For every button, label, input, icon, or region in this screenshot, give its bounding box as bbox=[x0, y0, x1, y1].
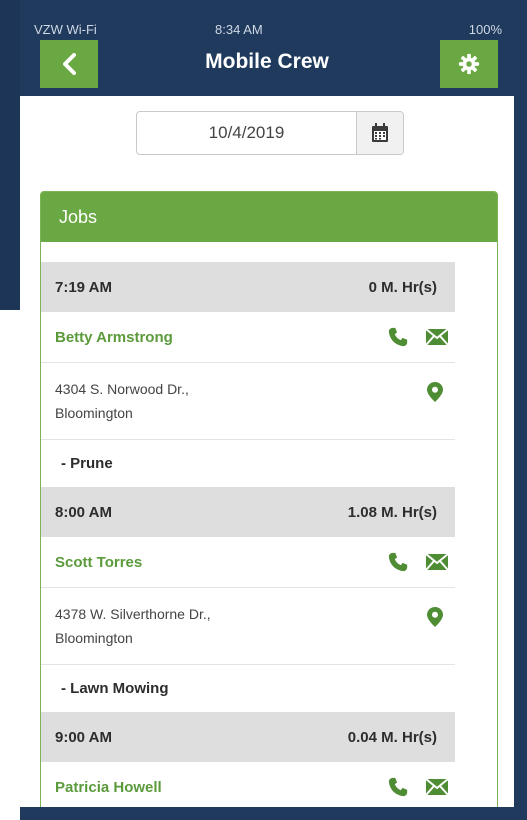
job-address: 4304 S. Norwood Dr., Bloomington bbox=[55, 363, 189, 439]
contact-actions bbox=[387, 551, 449, 573]
job-hours: 0 M. Hr(s) bbox=[368, 278, 437, 296]
email-icon[interactable] bbox=[425, 327, 449, 347]
date-picker[interactable]: 10/4/2019 bbox=[136, 111, 404, 155]
job-customer-row: Scott Torres bbox=[41, 537, 455, 588]
job-time: 7:19 AM bbox=[55, 278, 112, 296]
gear-icon bbox=[458, 53, 480, 75]
job-header[interactable]: 7:19 AM 0 M. Hr(s) bbox=[41, 262, 455, 312]
jobs-list: 7:19 AM 0 M. Hr(s) Betty Armstrong 4304 … bbox=[41, 262, 455, 807]
map-pin-icon bbox=[427, 607, 443, 627]
contact-actions bbox=[387, 326, 449, 348]
calendar-icon bbox=[372, 123, 388, 142]
phone-icon[interactable] bbox=[387, 326, 409, 348]
settings-button[interactable] bbox=[440, 40, 498, 88]
job-time: 9:00 AM bbox=[55, 728, 112, 746]
customer-name[interactable]: Betty Armstrong bbox=[55, 329, 173, 346]
email-icon[interactable] bbox=[425, 552, 449, 572]
map-pin-button[interactable] bbox=[427, 588, 443, 664]
email-icon[interactable] bbox=[425, 777, 449, 797]
job-address-row: 4378 W. Silverthorne Dr., Bloomington bbox=[41, 588, 455, 665]
status-time: 8:34 AM bbox=[215, 22, 263, 37]
job-hours: 0.04 M. Hr(s) bbox=[347, 728, 437, 746]
status-bar: VZW Wi-Fi 8:34 AM 100% bbox=[20, 0, 514, 40]
background-block bbox=[0, 310, 20, 820]
phone-icon[interactable] bbox=[387, 551, 409, 573]
jobs-panel-title: Jobs bbox=[41, 192, 497, 242]
job-header[interactable]: 9:00 AM 0.04 M. Hr(s) bbox=[41, 712, 455, 762]
phone-icon[interactable] bbox=[387, 776, 409, 798]
job-task: - Prune bbox=[61, 455, 113, 472]
address-line-2: Bloomington bbox=[55, 405, 133, 421]
map-pin-icon bbox=[427, 382, 443, 402]
contact-actions bbox=[387, 776, 449, 798]
job-hours: 1.08 M. Hr(s) bbox=[347, 503, 437, 521]
job-time: 8:00 AM bbox=[55, 503, 112, 521]
job-task: - Lawn Mowing bbox=[61, 680, 169, 697]
job-address-row: 4304 S. Norwood Dr., Bloomington bbox=[41, 363, 455, 440]
job-customer-row: Betty Armstrong bbox=[41, 312, 455, 363]
job-customer-row: Patricia Howell bbox=[41, 762, 455, 807]
job-header[interactable]: 8:00 AM 1.08 M. Hr(s) bbox=[41, 487, 455, 537]
calendar-button[interactable] bbox=[356, 112, 403, 154]
carrier-label: VZW Wi-Fi bbox=[34, 22, 97, 37]
customer-name[interactable]: Patricia Howell bbox=[55, 779, 162, 796]
map-pin-button[interactable] bbox=[427, 363, 443, 439]
battery-label: 100% bbox=[468, 22, 502, 37]
customer-name[interactable]: Scott Torres bbox=[55, 554, 142, 571]
job-address: 4378 W. Silverthorne Dr., Bloomington bbox=[55, 588, 211, 664]
navbar: VZW Wi-Fi 8:34 AM 100% Mobile Crew bbox=[20, 0, 514, 96]
address-line-2: Bloomington bbox=[55, 630, 133, 646]
address-line-1: 4378 W. Silverthorne Dr., bbox=[55, 606, 211, 622]
date-input[interactable]: 10/4/2019 bbox=[137, 112, 356, 154]
phone-screen: VZW Wi-Fi 8:34 AM 100% Mobile Crew 10/4/… bbox=[20, 0, 514, 807]
address-line-1: 4304 S. Norwood Dr., bbox=[55, 381, 189, 397]
